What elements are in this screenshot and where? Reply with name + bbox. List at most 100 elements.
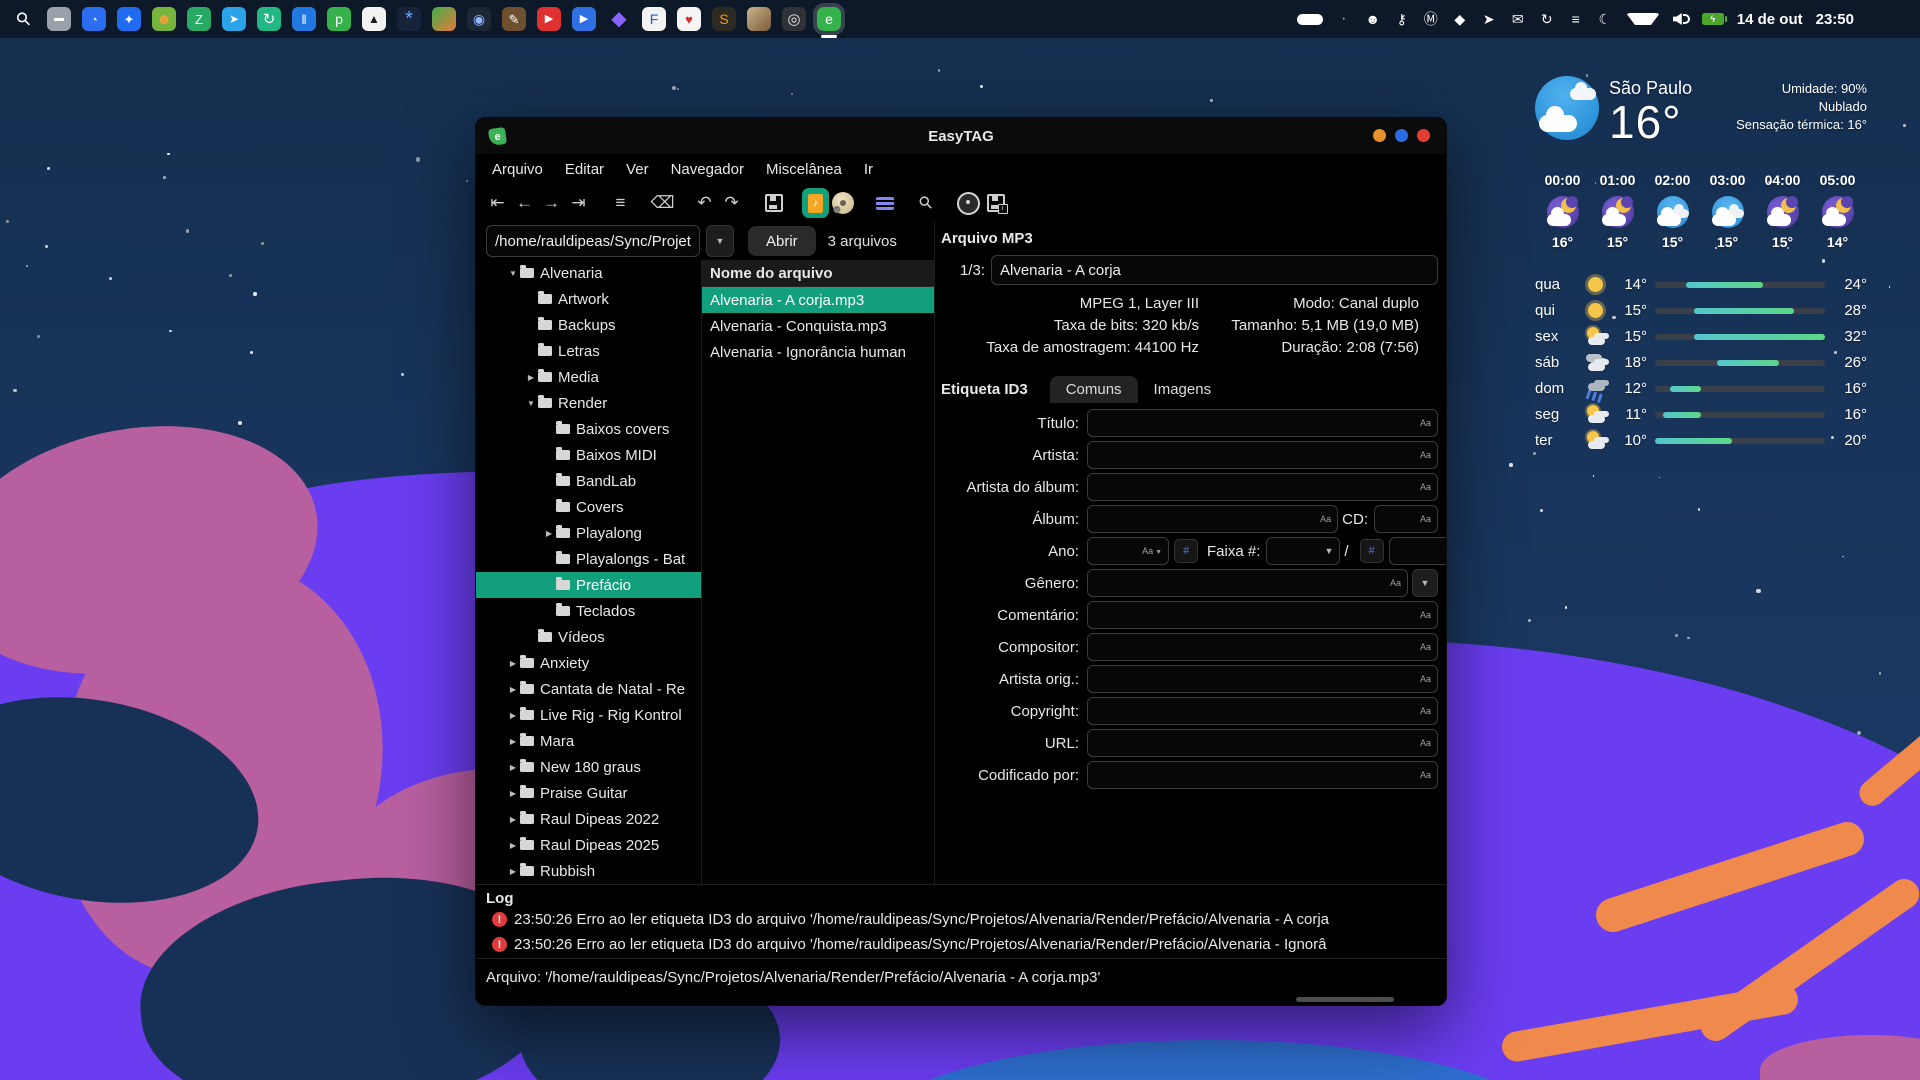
file-list-header[interactable]: Nome do arquivo <box>702 260 934 287</box>
night-mode-icon[interactable]: ☾ <box>1597 10 1613 28</box>
titlebar[interactable]: e EasyTAG <box>476 118 1446 154</box>
window-minimize-button[interactable] <box>1373 129 1386 142</box>
mask-aa-icon[interactable]: Aa <box>1314 514 1337 524</box>
expander-icon[interactable]: ▶ <box>506 659 520 668</box>
go-last-button[interactable]: ⇥ <box>565 190 592 217</box>
file-row[interactable]: Alvenaria - Conquista.mp3 <box>702 313 934 339</box>
mask-aa-icon[interactable]: Aa <box>1414 610 1437 620</box>
tree-item-cantata-de-natal-re[interactable]: ▶Cantata de Natal - Re <box>476 676 701 702</box>
go-previous-button[interactable]: ← <box>511 190 538 217</box>
expander-icon[interactable]: ▶ <box>506 841 520 850</box>
notes-icon[interactable]: ≡ <box>1568 10 1584 28</box>
telegram-status-icon[interactable]: ➤ <box>1481 10 1497 28</box>
tree-item-teclados[interactable]: Teclados <box>476 598 701 624</box>
media-player-blue-icon[interactable]: ▶ <box>572 7 596 31</box>
cards-game-icon[interactable]: ♥ <box>677 7 701 31</box>
resolve-icon[interactable]: ◉ <box>467 7 491 31</box>
window-close-button[interactable] <box>1417 129 1430 142</box>
path-combo[interactable] <box>486 225 700 257</box>
topbar-clock[interactable]: 23:50 <box>1816 11 1854 28</box>
tree-item-baixos-covers[interactable]: Baixos covers <box>476 416 701 442</box>
expander-icon[interactable]: ▶ <box>506 685 520 694</box>
track-total-field[interactable]: Aa <box>1389 537 1447 565</box>
cd-button[interactable] <box>955 190 982 217</box>
scan-files-button[interactable]: ♪ <box>802 190 829 217</box>
expander-icon[interactable]: ▼ <box>506 269 520 278</box>
playlist-button[interactable] <box>871 190 898 217</box>
topbar-date[interactable]: 14 de out <box>1737 11 1803 28</box>
mask-aa-icon[interactable]: Aa <box>1414 706 1437 716</box>
composer-field[interactable]: Aa <box>1087 633 1438 661</box>
genre-dropdown-button[interactable]: ▼ <box>1412 569 1438 597</box>
refresh-icon[interactable]: ↻ <box>1539 10 1555 28</box>
tree-item-live-rig-rig-kontrol[interactable]: ▶Live Rig - Rig Kontrol <box>476 702 701 728</box>
battery-icon[interactable]: ϟ <box>1702 13 1724 25</box>
mail-icon[interactable]: ✉ <box>1510 10 1526 28</box>
zed-icon[interactable]: Z <box>187 7 211 31</box>
sync-icon[interactable]: ↻ <box>257 7 281 31</box>
easytag-dock-icon[interactable]: e <box>817 7 841 31</box>
track-total-input[interactable] <box>1390 543 1447 560</box>
mask-aa-icon[interactable]: Aa ▼ <box>1136 546 1168 556</box>
log-entry[interactable]: !23:50:26 Erro ao ler etiqueta ID3 do ar… <box>486 932 1446 957</box>
track-input[interactable] <box>1267 543 1318 560</box>
separator-dot-icon[interactable]: · <box>1336 10 1352 28</box>
path-input[interactable] <box>487 233 699 250</box>
expander-icon[interactable]: ▶ <box>506 867 520 876</box>
search-icon[interactable]: ⚲ <box>12 7 36 31</box>
save-playlist-button[interactable]: i <box>982 190 1009 217</box>
tree-item-artwork[interactable]: Artwork <box>476 286 701 312</box>
telegram-icon[interactable]: ➤ <box>222 7 246 31</box>
gimp-icon[interactable]: ✎ <box>502 7 526 31</box>
menu-editar[interactable]: Editar <box>555 158 614 181</box>
m-circle-icon[interactable]: Ⓜ <box>1423 10 1439 28</box>
orig-artist-field[interactable]: Aa <box>1087 665 1438 693</box>
file-manager-icon[interactable]: ▬ <box>47 7 71 31</box>
mask-aa-icon[interactable]: Aa <box>1414 514 1437 524</box>
obsidian-icon[interactable]: ◆ <box>607 7 631 31</box>
comment-field[interactable]: Aa <box>1087 601 1438 629</box>
wifi-icon[interactable] <box>1626 13 1660 25</box>
copyright-field[interactable]: Aa <box>1087 697 1438 725</box>
coral-icon[interactable]: * <box>397 7 421 31</box>
mask-aa-icon[interactable]: Aa <box>1414 450 1437 460</box>
artist-input[interactable] <box>1088 447 1414 464</box>
encoded-by-input[interactable] <box>1088 767 1414 784</box>
mask-aa-icon[interactable]: Aa <box>1414 738 1437 748</box>
undo-button[interactable]: ↶ <box>691 190 718 217</box>
cddb-artist-button[interactable]: ☻ <box>829 190 856 217</box>
expander-icon[interactable]: ▼ <box>524 399 538 408</box>
tree-item-anxiety[interactable]: ▶Anxiety <box>476 650 701 676</box>
insert-number-button[interactable]: # <box>1174 539 1198 563</box>
comment-input[interactable] <box>1088 607 1414 624</box>
genre-field[interactable]: Aa <box>1087 569 1408 597</box>
expander-icon[interactable]: ▶ <box>506 815 520 824</box>
genre-input[interactable] <box>1088 575 1384 592</box>
tree-item-playalongs-bat[interactable]: Playalongs - Bat <box>476 546 701 572</box>
tree-item-playalong[interactable]: ▶Playalong <box>476 520 701 546</box>
menu-miscelânea[interactable]: Miscelânea <box>756 158 852 181</box>
media-player-red-icon[interactable]: ▶ <box>537 7 561 31</box>
track-combo[interactable]: ▼ <box>1266 537 1340 565</box>
krita-icon[interactable] <box>747 7 771 31</box>
tree-item-bandlab[interactable]: BandLab <box>476 468 701 494</box>
title-input[interactable] <box>1088 415 1414 432</box>
tree-item-backups[interactable]: Backups <box>476 312 701 338</box>
filename-input[interactable] <box>992 262 1437 279</box>
tree-item-render[interactable]: ▼Render <box>476 390 701 416</box>
title-field[interactable]: Aa <box>1087 409 1438 437</box>
contacts-icon[interactable]: ☻ <box>152 7 176 31</box>
cd-input[interactable] <box>1375 511 1414 528</box>
tree-item-pref-cio[interactable]: Prefácio <box>476 572 701 598</box>
expander-icon[interactable]: ▶ <box>542 529 556 538</box>
drop-icon[interactable]: ◆ <box>1452 10 1468 28</box>
tree-item-mara[interactable]: ▶Mara <box>476 728 701 754</box>
select-all-button[interactable]: ≡ <box>607 190 634 217</box>
tree-item-rubbish[interactable]: ▶Rubbish <box>476 858 701 884</box>
year-input[interactable] <box>1088 543 1136 560</box>
cd-field[interactable]: Aa <box>1374 505 1438 533</box>
redo-button[interactable]: ↷ <box>718 190 745 217</box>
search-files-button[interactable]: ⚲ <box>913 190 940 217</box>
menu-ver[interactable]: Ver <box>616 158 659 181</box>
trello-icon[interactable]: ‖ <box>292 7 316 31</box>
